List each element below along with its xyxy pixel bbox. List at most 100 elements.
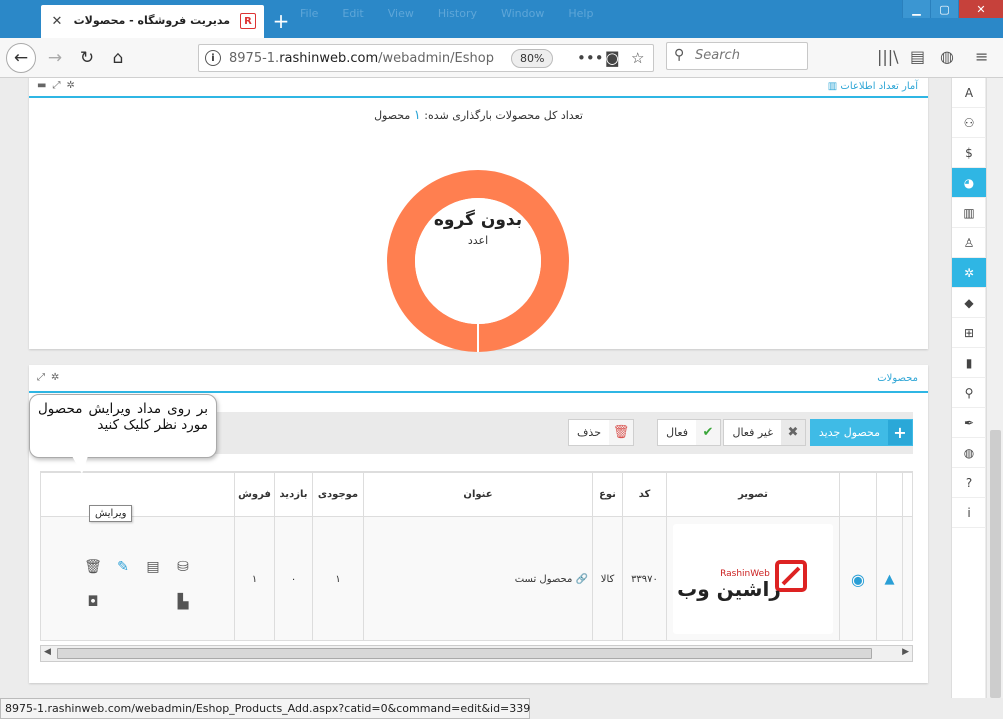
browser-tab[interactable]: ✕ مدیریت فروشگاه - محصولات R: [41, 5, 264, 38]
document-icon[interactable]: ▤: [143, 557, 163, 577]
scroll-right-icon[interactable]: ▶: [902, 647, 909, 657]
sidebar-item-members[interactable]: ♙: [952, 228, 986, 258]
view-cell[interactable]: ◉: [839, 516, 877, 640]
row-actions: 🗑 ✎ ▤ ⛁ ◘ ▙: [71, 524, 203, 634]
admin-sidebar: A ⚇ $ ◕ ▥ ♙ ✲ ◆ ⊞ ▮ ⚲ ✒ ◍ ? i: [951, 78, 986, 698]
status-bar: 8975-1.rashinweb.com/webadmin/Eshop_Prod…: [0, 698, 544, 719]
ghost-menu: File Edit View History Window Help: [300, 7, 594, 20]
settings-icon[interactable]: ✲: [51, 372, 65, 383]
col-header-sales[interactable]: فروش: [234, 472, 275, 517]
library-icon[interactable]: |||\: [877, 47, 899, 66]
collapse-icon[interactable]: ▬: [37, 80, 52, 91]
more-icon[interactable]: •••: [577, 49, 604, 67]
sidebar-item-finance[interactable]: $: [952, 138, 986, 168]
info-icon[interactable]: i: [205, 50, 221, 66]
forward-button[interactable]: →: [40, 43, 70, 73]
settings-icon[interactable]: ✲: [66, 80, 80, 91]
close-icon[interactable]: ✕: [47, 11, 67, 31]
type-cell: کالا: [592, 516, 623, 640]
visits-cell: ۰: [274, 516, 313, 640]
arrow-up-icon[interactable]: ▲: [885, 572, 895, 587]
sidebar-item-windows[interactable]: ⊞: [952, 318, 986, 348]
zoom-icon: ⚲: [964, 385, 974, 400]
camera-icon[interactable]: ◘: [83, 592, 103, 612]
col-header-type[interactable]: نوع: [592, 472, 623, 517]
bar-chart-icon[interactable]: ▙: [173, 592, 193, 612]
col-header-visits[interactable]: بازدید: [274, 472, 313, 517]
sidebar-item-settings[interactable]: ✲: [952, 258, 986, 288]
plus-icon: +: [888, 420, 912, 445]
maximize-button[interactable]: ▢: [930, 0, 958, 18]
bookmark-star-icon[interactable]: ☆: [631, 49, 644, 67]
delete-button[interactable]: 🗑 حذف: [568, 419, 634, 446]
sidebar-item-stats[interactable]: ◕: [952, 168, 986, 198]
pencil-edit-icon[interactable]: ✎: [113, 557, 133, 577]
pocket-icon[interactable]: ◙: [605, 49, 620, 67]
zoom-indicator[interactable]: 80%: [511, 49, 554, 68]
browser-navbar: ← → ↻ ⌂ i 8975-1.rashinweb.com/webadmin/…: [0, 38, 1003, 78]
sidebar-item-pages[interactable]: ▮: [952, 348, 986, 378]
actions-cell: 🗑 ✎ ▤ ⛁ ◘ ▙: [41, 516, 235, 640]
vertical-scrollbar[interactable]: [986, 78, 1003, 698]
menu-icon[interactable]: ≡: [975, 47, 988, 66]
browser-titlebar: File Edit View History Window Help ✕ مدیریت ف…: [0, 0, 1003, 38]
reload-button[interactable]: ↻: [72, 43, 102, 73]
bottom-strip: [530, 698, 1003, 719]
col-header[interactable]: [839, 472, 877, 517]
trash-icon: 🗑: [609, 420, 633, 445]
expand-icon[interactable]: ⤢: [37, 372, 51, 383]
url-text[interactable]: 8975-1.rashinweb.com/webadmin/Eshop: [229, 51, 494, 66]
trash-icon[interactable]: 🗑: [83, 557, 103, 577]
new-product-button[interactable]: + محصول جدید: [809, 419, 913, 446]
stats-panel-header: آمار تعداد اطلاعات ▥ ▬⤢✲: [29, 78, 928, 98]
col-header[interactable]: [902, 472, 912, 517]
sidebar-item-users[interactable]: ⚇: [952, 108, 986, 138]
url-prefix: 8975-1.: [229, 51, 280, 66]
stats-total: تعداد کل محصولات بارگذاری شده: ۱ محصول: [29, 108, 928, 123]
col-header-code[interactable]: کد: [622, 472, 667, 517]
database-icon[interactable]: ⛁: [173, 557, 193, 577]
home-button[interactable]: ⌂: [103, 43, 133, 73]
col-header-stock[interactable]: موجودی: [312, 472, 364, 517]
minimize-button[interactable]: ▁: [902, 0, 930, 18]
sidebar-item-text[interactable]: A: [952, 78, 986, 108]
deactivate-button[interactable]: ✖ غیر فعال: [723, 419, 806, 446]
eye-icon[interactable]: ◉: [851, 570, 865, 589]
sidebar-icon[interactable]: ▤: [910, 47, 925, 66]
col-header[interactable]: [876, 472, 903, 517]
table-header-row: تصویر کد نوع عنوان موجودی بازدید فروش: [41, 472, 912, 517]
gear-icon: ✲: [963, 265, 975, 280]
sidebar-item-tools[interactable]: ✒: [952, 408, 986, 438]
col-header-title[interactable]: عنوان: [363, 472, 593, 517]
expand-icon[interactable]: ⤢: [52, 80, 66, 91]
sidebar-item-web[interactable]: ◍: [952, 438, 986, 468]
help-callout-tail: [72, 456, 88, 474]
stock-cell: ۱: [312, 516, 364, 640]
sidebar-item-help[interactable]: ?: [952, 468, 986, 498]
sidebar-item-info[interactable]: i: [952, 498, 986, 528]
search-box[interactable]: ⚲: [666, 42, 808, 70]
delete-label: حذف: [577, 426, 601, 439]
url-bar[interactable]: i 8975-1.rashinweb.com/webadmin/Eshop 80…: [198, 44, 654, 72]
col-header-image[interactable]: تصویر: [666, 472, 840, 517]
scrollbar-thumb[interactable]: [57, 648, 872, 659]
move-up-cell[interactable]: ▲: [876, 516, 903, 640]
products-panel-title: محصولات: [877, 373, 918, 384]
scrollbar-thumb[interactable]: [990, 430, 1001, 698]
activate-button[interactable]: ✔ فعال: [657, 419, 721, 446]
donut-subtitle: اعدد: [467, 234, 489, 247]
globe-icon[interactable]: ◍: [940, 47, 954, 66]
search-input[interactable]: [695, 48, 800, 63]
sidebar-item-tags[interactable]: ◆: [952, 288, 986, 318]
window-close-button[interactable]: ✕: [958, 0, 1003, 18]
sidebar-item-search[interactable]: ⚲: [952, 378, 986, 408]
scroll-left-icon[interactable]: ◀: [44, 647, 51, 657]
horizontal-scrollbar[interactable]: ◀ ▶: [40, 645, 913, 662]
code-cell: ۳۳۹۷۰: [622, 516, 667, 640]
back-button[interactable]: ←: [6, 43, 36, 73]
product-image[interactable]: RashinWeb راشین وب: [673, 524, 833, 634]
help-callout: بر روی مداد ویرایش محصول مورد نظر کلیک ک…: [29, 394, 217, 458]
sidebar-item-reports[interactable]: ▥: [952, 198, 986, 228]
new-tab-button[interactable]: +: [268, 8, 294, 34]
move-down-cell[interactable]: ▼: [902, 516, 912, 640]
